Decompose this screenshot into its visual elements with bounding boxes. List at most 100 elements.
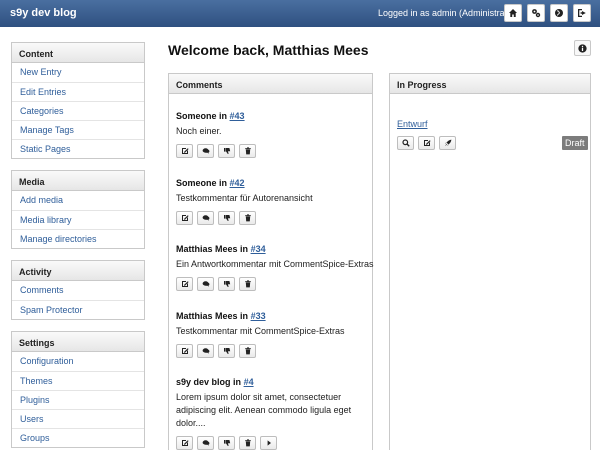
sidebar-item-manage-directories[interactable]: Manage directories [12,229,144,248]
comments-panel-title: Comments [169,74,372,94]
delete-comment-button[interactable] [239,344,256,358]
sidebar-heading-media: Media [12,171,144,191]
delete-comment-button[interactable] [239,144,256,158]
comment-heading: Matthias Mees in #34 [176,244,376,254]
chat-icon [202,348,209,354]
sidebar-item-themes[interactable]: Themes [12,371,144,390]
sidebar-content-section: Content New Entry Edit Entries Categorie… [11,42,145,159]
comment-body: Ein Antwortkommentar mit CommentSpice-Ex… [176,259,374,269]
comment-actions [176,144,376,158]
sidebar-item-groups[interactable]: Groups [12,428,144,447]
thumbs-down-icon [223,281,230,287]
edit-entry-button[interactable] [418,136,435,150]
comment-entry-link[interactable]: #43 [230,111,245,121]
comment-actions [176,211,376,225]
comment-in: in [233,377,242,387]
reply-comment-button[interactable] [197,277,214,291]
reply-comment-button[interactable] [197,436,214,450]
spam-comment-button[interactable] [218,277,235,291]
comment-item: s9y dev blog in #4 Lorem ipsum dolor sit… [176,377,368,450]
sidebar-activity-section: Activity Comments Spam Protector [11,260,145,320]
delete-comment-button[interactable] [239,436,256,450]
sidebar-item-users[interactable]: Users [12,409,144,428]
info-icon [578,43,587,53]
comment-body: Lorem ipsum dolor sit amet, consectetuer… [176,392,352,428]
publish-entry-button[interactable] [439,136,456,150]
comment-heading: Someone in #42 [176,178,376,188]
delete-comment-button[interactable] [239,277,256,291]
comment-entry-link[interactable]: #33 [251,311,266,321]
comments-panel: Comments Someone in #43 Noch einer. Some… [168,73,376,450]
draft-entry-link[interactable]: Entwurf [397,119,428,129]
edit-comment-button[interactable] [176,344,193,358]
sidebar-item-comments[interactable]: Comments [12,281,144,300]
edit-icon [423,140,431,146]
reply-comment-button[interactable] [197,344,214,358]
sidebar-heading-settings: Settings [12,332,144,352]
edit-comment-button[interactable] [176,277,193,291]
comment-heading: s9y dev blog in #4 [176,377,368,387]
comment-actions [176,344,376,358]
comment-author: Someone [176,178,217,188]
info-button[interactable] [574,40,591,56]
search-icon [401,139,410,147]
reply-comment-button[interactable] [197,211,214,225]
comment-actions [176,436,368,450]
edit-icon [181,148,189,154]
preview-entry-button[interactable] [397,136,414,150]
sidebar-item-configuration[interactable]: Configuration [12,352,144,371]
settings-button[interactable] [527,4,545,22]
chat-icon [202,148,209,154]
sidebar-item-media-library[interactable]: Media library [12,210,144,229]
sidebar-item-manage-tags[interactable]: Manage Tags [12,120,144,139]
sidebar-item-edit-entries[interactable]: Edit Entries [12,82,144,101]
comment-author: s9y dev blog [176,377,231,387]
comment-entry-link[interactable]: #34 [251,244,266,254]
spam-comment-button[interactable] [218,344,235,358]
trash-icon [244,214,251,222]
sidebar-item-static-pages[interactable]: Static Pages [12,139,144,158]
sidebar-item-categories[interactable]: Categories [12,101,144,120]
spam-comment-button[interactable] [218,144,235,158]
spam-comment-button[interactable] [218,436,235,450]
thumbs-down-icon [223,148,230,154]
reply-comment-button[interactable] [197,144,214,158]
sidebar-item-spam-protector[interactable]: Spam Protector [12,300,144,319]
comment-body: Testkommentar für Autorenansicht [176,193,313,203]
comment-entry-link[interactable]: #42 [230,178,245,188]
comment-in: in [219,178,228,188]
edit-comment-button[interactable] [176,144,193,158]
comment-item: Someone in #42 Testkommentar für Autoren… [176,178,376,225]
chat-icon [202,215,209,221]
chat-icon [202,281,209,287]
trash-icon [244,280,251,288]
comment-item: Someone in #43 Noch einer. [176,111,376,158]
comment-item: Matthias Mees in #34 Ein Antwortkommenta… [176,244,376,291]
edit-comment-button[interactable] [176,211,193,225]
sidebar-item-add-media[interactable]: Add media [12,191,144,210]
home-button[interactable] [504,4,522,22]
rocket-icon [444,139,451,146]
delete-comment-button[interactable] [239,211,256,225]
comment-author: Someone [176,111,217,121]
comment-body: Noch einer. [176,126,222,136]
comment-heading: Someone in #43 [176,111,376,121]
edit-comment-button[interactable] [176,436,193,450]
comment-heading: Matthias Mees in #33 [176,311,376,321]
edit-icon [181,348,189,354]
spam-comment-button[interactable] [218,211,235,225]
comment-entry-link[interactable]: #4 [244,377,254,387]
trash-icon [244,439,251,447]
logout-button[interactable] [573,4,591,22]
expand-comment-button[interactable] [260,436,277,450]
gears-icon [532,9,541,18]
logout-icon [578,9,586,17]
sidebar-item-new-entry[interactable]: New Entry [12,63,144,82]
view-blog-button[interactable] [550,4,568,22]
page-title: Welcome back, Matthias Mees [168,42,369,58]
edit-icon [181,281,189,287]
comment-body: Testkommentar mit CommentSpice-Extras [176,326,345,336]
sidebar-item-plugins[interactable]: Plugins [12,390,144,409]
comment-actions [176,277,376,291]
blog-title[interactable]: s9y dev blog [10,7,77,19]
